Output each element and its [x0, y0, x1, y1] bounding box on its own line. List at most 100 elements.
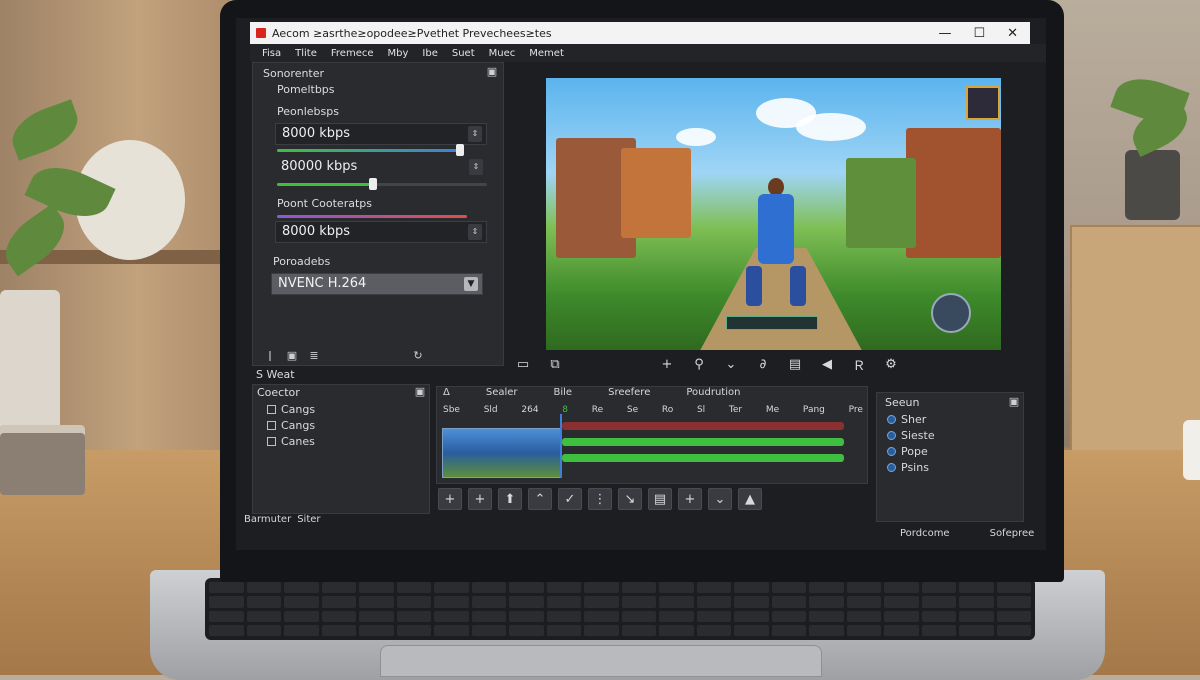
- bitrate-slider-1[interactable]: [277, 149, 463, 152]
- add-icon[interactable]: +: [656, 354, 678, 374]
- radio[interactable]: [887, 447, 896, 456]
- timeline-tabs: Δ Sealer Bile Sreefere Poudrution: [437, 387, 873, 403]
- bitrate-slider-3[interactable]: [277, 215, 467, 218]
- keyboard-key: [434, 624, 469, 636]
- settings-header: Sonorenter: [263, 67, 325, 80]
- keyboard-key: [434, 610, 469, 622]
- file-icon[interactable]: ▤: [648, 488, 672, 510]
- menu-item[interactable]: Fisa: [262, 48, 281, 59]
- list-icon[interactable]: ≣: [307, 349, 321, 363]
- bitrate-input-1[interactable]: 8000 kbps ⇕: [275, 123, 487, 145]
- keyboard-key: [209, 596, 244, 608]
- stepper-icon[interactable]: ⇕: [468, 126, 482, 142]
- gear-icon[interactable]: ⚙: [880, 354, 902, 374]
- timeline-track-green[interactable]: [562, 454, 844, 462]
- radio[interactable]: [887, 415, 896, 424]
- keyboard-key: [771, 610, 806, 622]
- ruler-label: Pre: [848, 405, 863, 415]
- tab[interactable]: Poudrution: [686, 387, 740, 403]
- add-icon[interactable]: +: [438, 488, 462, 510]
- settings-sub-label: Pomeltbps: [277, 83, 335, 96]
- window-title: Aecom ≥asrthe≥opodee≥Pvethet Prevechees≥…: [272, 26, 552, 40]
- close-button[interactable]: ✕: [1007, 26, 1018, 41]
- link-icon[interactable]: ∂: [752, 354, 774, 374]
- webcam-overlay[interactable]: [966, 86, 1000, 120]
- list-item[interactable]: Cangs: [267, 403, 315, 416]
- video-clip-thumbnail[interactable]: [442, 428, 562, 478]
- radio[interactable]: [887, 431, 896, 440]
- slider-handle[interactable]: [369, 178, 377, 190]
- bitrate-input-3[interactable]: 8000 kbps ⇕: [275, 221, 487, 243]
- chevron-up-icon[interactable]: ⌃: [528, 488, 552, 510]
- add-icon[interactable]: +: [468, 488, 492, 510]
- add-icon[interactable]: +: [678, 488, 702, 510]
- timeline-track-green[interactable]: [562, 438, 844, 446]
- document-icon[interactable]: ▤: [784, 354, 806, 374]
- checkbox[interactable]: [267, 437, 276, 446]
- check-icon[interactable]: ✓: [558, 488, 582, 510]
- keyboard-key: [884, 582, 919, 594]
- menu-icon[interactable]: ⋮: [588, 488, 612, 510]
- timeline-toolbar: + + ⬆ ⌃ ✓ ⋮ ↘ ▤ + ⌄ ▲: [438, 488, 762, 510]
- menu-item[interactable]: Ibe: [422, 48, 437, 59]
- keyboard-key: [809, 624, 844, 636]
- checkbox[interactable]: [267, 405, 276, 414]
- refresh-icon[interactable]: ↻: [411, 349, 425, 363]
- list-item[interactable]: Sieste: [887, 429, 935, 442]
- keyboard-key: [921, 582, 956, 594]
- playhead[interactable]: [560, 414, 562, 478]
- encoder-select[interactable]: NVENC H.264 ▼: [271, 273, 483, 295]
- game-character-leg: [790, 266, 806, 306]
- list-item[interactable]: Canes: [267, 435, 315, 448]
- menu-item[interactable]: Muec: [489, 48, 516, 59]
- status-text: Siter: [297, 514, 321, 525]
- keyboard-key: [396, 582, 431, 594]
- menu-item[interactable]: Mby: [388, 48, 409, 59]
- search-icon[interactable]: ⚲: [688, 354, 710, 374]
- bitrate-input-2[interactable]: 80000 kbps ⇕: [275, 157, 487, 179]
- menu-item[interactable]: Tlite: [295, 48, 317, 59]
- info-icon[interactable]: ǀ: [263, 349, 277, 363]
- minimize-button[interactable]: —: [938, 26, 951, 41]
- menu-item[interactable]: Fremece: [331, 48, 374, 59]
- arrow-up-icon[interactable]: ⬆: [498, 488, 522, 510]
- camera-icon[interactable]: ▣: [285, 349, 299, 363]
- tab[interactable]: Bile: [554, 387, 573, 403]
- monitor-icon[interactable]: ▭: [512, 354, 534, 374]
- stepper-icon[interactable]: ⇕: [469, 159, 483, 175]
- triangle-up-icon[interactable]: ▲: [738, 488, 762, 510]
- chevron-down-icon[interactable]: ⌄: [720, 354, 742, 374]
- bitrate-slider-2[interactable]: [277, 183, 487, 186]
- preview-toolbar: + ⚲ ⌄ ∂ ▤ ◀ Ｒ ⚙: [656, 354, 902, 374]
- panel-menu-icon[interactable]: ▣: [485, 65, 499, 79]
- radio[interactable]: [887, 463, 896, 472]
- slider-handle[interactable]: [456, 144, 464, 156]
- audio-icon[interactable]: ◀: [816, 354, 838, 374]
- stepper-icon[interactable]: ⇕: [468, 224, 482, 240]
- bitrate-value-3: 8000 kbps: [282, 224, 351, 239]
- panel-menu-icon[interactable]: ▣: [413, 385, 427, 399]
- diagonal-icon[interactable]: ↘: [618, 488, 642, 510]
- menu-item[interactable]: Memet: [529, 48, 564, 59]
- list-item[interactable]: Cangs: [267, 419, 315, 432]
- keyboard-key: [771, 582, 806, 594]
- maximize-button[interactable]: ☐: [973, 26, 985, 41]
- video-preview[interactable]: [546, 78, 1001, 350]
- panel-menu-icon[interactable]: ▣: [1007, 395, 1021, 409]
- group2-label: Poont Cooteratps: [277, 197, 372, 210]
- tab[interactable]: Sealer: [486, 387, 518, 403]
- background-cabinet: [1070, 225, 1200, 469]
- timeline-track-red[interactable]: [562, 422, 844, 430]
- list-item[interactable]: Psins: [887, 461, 929, 474]
- tab[interactable]: Δ: [443, 387, 450, 403]
- screenshot-icon[interactable]: ⧉: [544, 354, 566, 374]
- keyboard-key: [659, 624, 694, 636]
- menu-item[interactable]: Suet: [452, 48, 475, 59]
- tab[interactable]: Sreefere: [608, 387, 650, 403]
- list-item[interactable]: Pope: [887, 445, 928, 458]
- record-icon[interactable]: Ｒ: [848, 354, 870, 374]
- checkbox[interactable]: [267, 421, 276, 430]
- chevron-down-icon[interactable]: ⌄: [708, 488, 732, 510]
- chevron-down-icon[interactable]: ▼: [464, 277, 478, 291]
- list-item[interactable]: Sher: [887, 413, 926, 426]
